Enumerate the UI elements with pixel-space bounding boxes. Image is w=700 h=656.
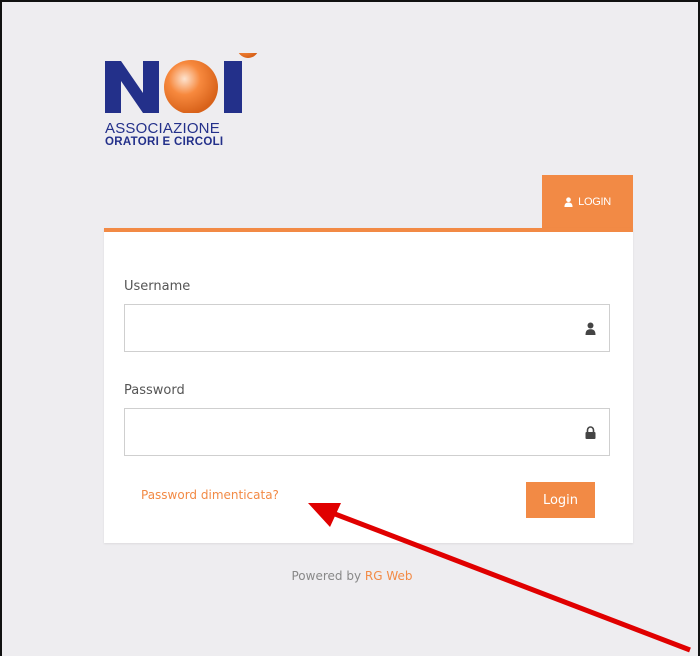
tab-login[interactable]: LOGIN <box>542 175 633 228</box>
username-field-wrapper <box>124 304 610 352</box>
page-frame: ASSOCIAZIONE ORATORI E CIRCOLI LOGIN Use… <box>0 0 700 656</box>
tab-login-label: LOGIN <box>578 195 611 208</box>
login-button[interactable]: Login <box>526 482 595 518</box>
logo: ASSOCIAZIONE ORATORI E CIRCOLI <box>103 35 273 150</box>
noi-logo-graphic <box>105 53 258 113</box>
username-label: Username <box>124 279 191 294</box>
password-field-wrapper <box>124 408 610 456</box>
user-icon <box>585 322 596 335</box>
lock-icon <box>585 426 596 439</box>
password-label: Password <box>124 383 185 398</box>
footer: Powered by RG Web <box>2 569 700 583</box>
logo-text-line1: ASSOCIAZIONE <box>105 120 220 137</box>
forgot-password-link[interactable]: Password dimenticata? <box>141 488 279 502</box>
footer-prefix: Powered by <box>291 569 365 583</box>
user-icon <box>564 196 573 207</box>
password-input[interactable] <box>125 409 585 455</box>
logo-text-line2: ORATORI E CIRCOLI <box>105 136 224 148</box>
login-card: Username Password Password dimenticata? … <box>104 228 633 543</box>
username-input[interactable] <box>125 305 585 351</box>
footer-brand-link[interactable]: RG Web <box>365 569 413 583</box>
